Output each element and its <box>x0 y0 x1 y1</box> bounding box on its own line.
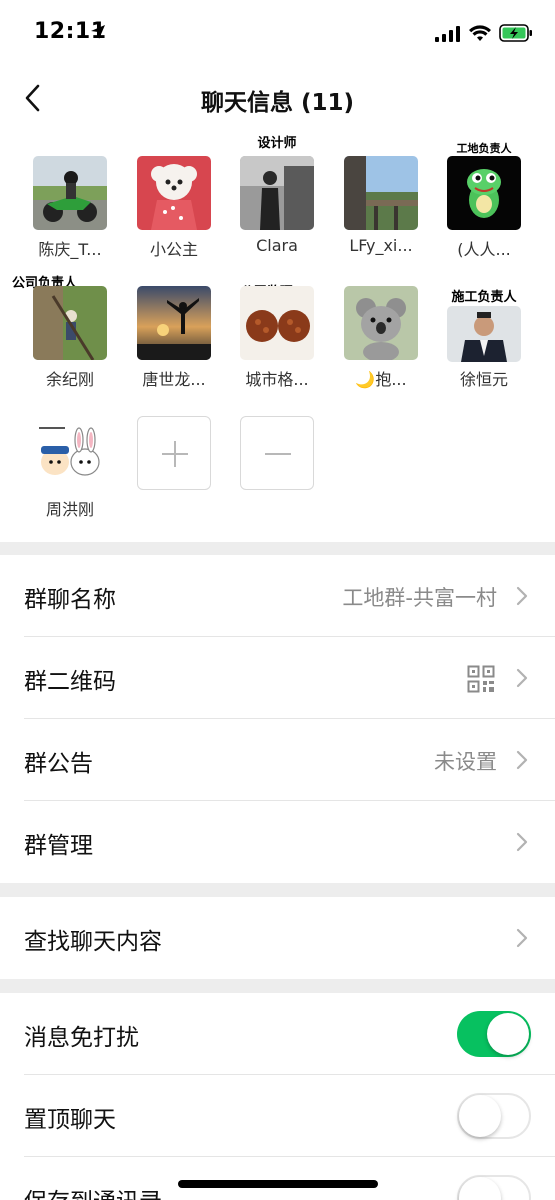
member-item[interactable]: 🌙抱... <box>329 262 433 389</box>
avatar <box>240 286 314 360</box>
avatar <box>344 156 418 230</box>
group-name-label: 群聊名称 <box>24 587 116 613</box>
member-item[interactable]: LFy_xi... <box>329 132 433 255</box>
group-qr-label: 群二维码 <box>24 669 116 695</box>
member-item[interactable]: 工地负责人 (人人... <box>432 132 536 259</box>
member-name: (人人... <box>457 240 511 259</box>
chevron-right-icon <box>516 832 528 852</box>
member-name: 徐恒元 <box>459 370 508 389</box>
status-bar: 12:11 <box>0 0 555 66</box>
mute-toggle[interactable] <box>457 1011 531 1057</box>
member-name: 城市格... <box>245 370 309 389</box>
member-grid: 陈庆_T... 小公主 设计师 Clara LFy_xi... 工地负责人 (人… <box>0 132 555 542</box>
pin-chat-row: 置顶聊天 <box>0 1075 555 1157</box>
member-name: 小公主 <box>149 240 198 259</box>
member-item[interactable]: 公司负责人 余纪刚 <box>12 262 122 389</box>
member-name: 周洪刚 <box>45 500 94 519</box>
member-item[interactable]: 施工负责人 徐恒元 <box>432 262 536 389</box>
group-name-value: 工地群-共富一村 <box>342 586 497 610</box>
home-indicator <box>178 1180 378 1188</box>
avatar <box>447 306 521 362</box>
group-manage-row[interactable]: 群管理 <box>0 801 555 883</box>
chevron-right-icon <box>516 668 528 688</box>
save-contacts-row: 保存到通讯录 <box>0 1157 555 1200</box>
add-member-button[interactable] <box>137 416 211 490</box>
avatar <box>137 286 211 360</box>
chevron-right-icon <box>516 586 528 606</box>
save-contacts-toggle[interactable] <box>457 1175 531 1200</box>
group-notice-value: 未设置 <box>434 750 497 774</box>
member-name: Clara <box>256 236 298 255</box>
minus-icon <box>265 453 291 455</box>
battery-charging-icon <box>499 24 532 42</box>
member-name: 余纪刚 <box>45 370 94 389</box>
member-name: 陈庆_T... <box>38 240 102 259</box>
pin-chat-toggle[interactable] <box>457 1093 531 1139</box>
group-name-row[interactable]: 群聊名称 工地群-共富一村 <box>0 555 555 637</box>
page-title: 聊天信息 (11) <box>200 90 355 116</box>
search-history-row[interactable]: 查找聊天内容 <box>0 897 555 979</box>
toggle-knob <box>459 1095 501 1137</box>
member-item[interactable]: 唐世龙... <box>122 262 226 389</box>
avatar <box>240 156 314 230</box>
group-qr-row[interactable]: 群二维码 <box>0 637 555 719</box>
avatar <box>344 286 418 360</box>
location-arrow-icon <box>91 25 105 39</box>
group-notice-label: 群公告 <box>24 751 93 777</box>
avatar <box>447 156 521 230</box>
mute-label: 消息免打扰 <box>24 1025 139 1051</box>
save-contacts-label: 保存到通讯录 <box>24 1182 162 1200</box>
toggle-knob <box>487 1013 529 1055</box>
member-role-tag: 施工负责人 <box>451 290 517 305</box>
qr-code-icon <box>467 665 495 693</box>
mute-row: 消息免打扰 <box>0 993 555 1075</box>
plus-icon-bar <box>174 441 176 467</box>
member-role-tag: 设计师 <box>257 136 297 151</box>
toggle-knob <box>459 1177 501 1200</box>
group-manage-label: 群管理 <box>24 833 93 859</box>
member-name: LFy_xi... <box>349 236 413 255</box>
remove-member-button[interactable] <box>240 416 314 490</box>
chevron-right-icon <box>516 928 528 948</box>
section-separator <box>0 883 555 897</box>
pin-chat-label: 置顶聊天 <box>24 1107 116 1133</box>
avatar <box>33 416 107 490</box>
member-item[interactable]: 小公主 <box>122 132 226 259</box>
section-separator <box>0 542 555 555</box>
member-name: 🌙抱... <box>355 370 407 389</box>
chevron-right-icon <box>516 750 528 770</box>
group-notice-row[interactable]: 群公告 未设置 <box>0 719 555 801</box>
avatar <box>137 156 211 230</box>
avatar <box>33 156 107 230</box>
chat-info-screen: 12:11 聊天信息 (11) 陈庆_T... 小公主 设计师 Clara LF… <box>0 0 555 1200</box>
avatar <box>33 286 107 360</box>
member-item[interactable]: 设计师 Clara <box>225 132 329 255</box>
member-role-tag: 工地负责人 <box>456 142 512 155</box>
search-history-label: 查找聊天内容 <box>24 929 162 955</box>
nav-bar: 聊天信息 (11) <box>0 66 555 132</box>
member-item[interactable]: 周洪刚 <box>18 392 122 519</box>
member-name: 唐世龙... <box>142 370 206 389</box>
signal-icon <box>435 26 460 42</box>
member-item[interactable]: 公司监理 城市格... <box>225 262 329 389</box>
wifi-icon <box>469 25 491 41</box>
section-separator <box>0 979 555 993</box>
member-item[interactable]: 陈庆_T... <box>18 132 122 259</box>
